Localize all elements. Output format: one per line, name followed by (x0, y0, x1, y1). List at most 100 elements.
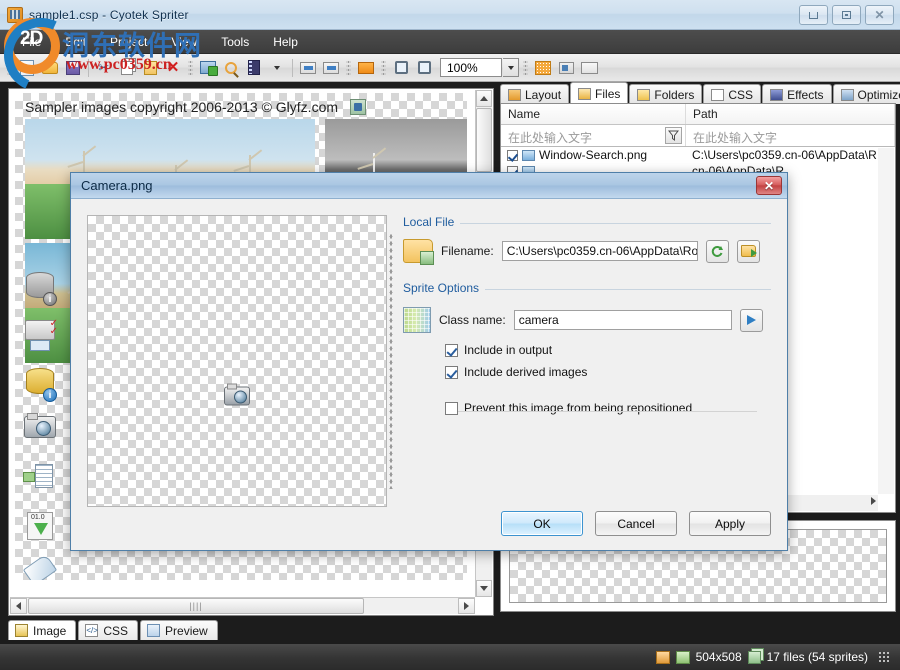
tab-files-label: Files (595, 86, 621, 101)
canvas-horizontal-scrollbar[interactable]: |||| (10, 597, 475, 614)
tab-folders[interactable]: Folders (629, 84, 703, 104)
tab-effects[interactable]: Effects (762, 84, 832, 104)
filter-name-cell[interactable]: 在此处输入文字 (501, 125, 686, 146)
files-vertical-scrollbar[interactable] (878, 148, 894, 494)
camera-icon[interactable] (23, 413, 57, 450)
close-button[interactable]: ✕ (865, 5, 894, 25)
checkbox-box[interactable] (445, 401, 458, 415)
resize-grip[interactable] (878, 651, 890, 663)
toolbar-grip-4[interactable] (381, 58, 386, 77)
zoom-dropdown-icon[interactable] (503, 58, 519, 77)
copy-icon[interactable] (116, 57, 138, 79)
cancel-button[interactable]: Cancel (595, 511, 677, 536)
filter-path-input[interactable]: 在此处输入文字 (693, 129, 777, 146)
save-icon[interactable] (62, 57, 84, 79)
vertical-scroll-thumb[interactable] (476, 108, 492, 172)
column-header-path[interactable]: Path (686, 104, 895, 124)
scroll-up-icon[interactable] (476, 90, 492, 107)
tab-preview[interactable]: Preview (140, 620, 218, 640)
preview-icon (147, 624, 161, 637)
zoom-in-icon[interactable] (390, 57, 412, 79)
toolbar-grip-5[interactable] (523, 58, 528, 77)
menu-edit[interactable]: Edit (53, 33, 98, 51)
filter-icon[interactable] (665, 127, 682, 144)
open-icon[interactable] (39, 57, 61, 79)
menu-file[interactable]: File (10, 33, 53, 51)
file-thumb-icon (522, 149, 535, 161)
filter-path-cell[interactable]: 在此处输入文字 (686, 125, 895, 146)
cut-icon[interactable]: ✂ (93, 57, 115, 79)
maximize-button[interactable] (832, 5, 861, 25)
image-status-icon (655, 650, 670, 664)
tab-image[interactable]: Image (8, 620, 77, 640)
zoom-out-icon[interactable] (413, 57, 435, 79)
filter-name-input[interactable]: 在此处输入文字 (508, 129, 592, 146)
toolbar-grip-3[interactable] (346, 58, 351, 77)
filename-label: Filename: (441, 244, 494, 258)
grid-icon[interactable] (532, 57, 554, 79)
find-icon[interactable] (220, 57, 242, 79)
optimize-icon (840, 88, 854, 101)
list-add-icon[interactable] (23, 464, 57, 498)
animation-dropdown-icon[interactable] (266, 57, 288, 79)
new-icon[interactable] (16, 57, 38, 79)
menu-view[interactable]: View (159, 33, 209, 51)
dialog-title-bar: Camera.png ✕ (71, 173, 787, 199)
mail-icon[interactable] (355, 57, 377, 79)
tab-css-panel[interactable]: CSS (703, 84, 762, 104)
browse-folder-icon[interactable] (736, 239, 760, 263)
scroll-left-icon[interactable] (10, 598, 27, 614)
dialog-close-button[interactable]: ✕ (756, 176, 782, 195)
download-box-icon[interactable]: 01.0 (23, 512, 57, 546)
ok-button[interactable]: OK (501, 511, 583, 536)
toolbar-grip[interactable] (7, 58, 12, 77)
zoom-level-input[interactable]: 100% (440, 58, 502, 77)
files-scroll-right-icon[interactable] (871, 497, 876, 505)
scroll-down-icon[interactable] (476, 580, 492, 597)
table-row[interactable]: Window-Search.png C:\Users\pc0359.cn-06\A… (501, 147, 895, 163)
paste-icon[interactable] (139, 57, 161, 79)
column-header-name[interactable]: Name (501, 104, 686, 124)
copyright-label: Sampler images copyright 2006-2013 © Gly… (25, 99, 339, 115)
dialog-image-preview[interactable] (87, 215, 387, 507)
tab-css[interactable]: </> CSS (78, 620, 139, 640)
delete-icon[interactable]: ✕ (162, 57, 184, 79)
menu-project[interactable]: Project (98, 33, 159, 51)
database-info-grey-icon[interactable]: i (23, 272, 57, 306)
refresh-icon[interactable] (705, 239, 729, 263)
database-info-gold-icon[interactable]: i (23, 368, 57, 402)
apply-arrow-icon[interactable] (739, 308, 763, 332)
layout-small-icon[interactable] (555, 57, 577, 79)
tab-optimize-label: Optimize (857, 87, 900, 102)
tab-optimize[interactable]: Optimize (832, 84, 900, 104)
horizontal-scroll-thumb[interactable]: |||| (28, 598, 364, 614)
eyedropper-icon[interactable] (22, 553, 58, 580)
include-in-output-checkbox[interactable]: Include in output (445, 343, 771, 357)
panel-icon[interactable] (578, 57, 600, 79)
apply-button[interactable]: Apply (689, 511, 771, 536)
filename-input[interactable]: C:\Users\pc0359.cn-06\AppData\Roaming (501, 241, 698, 261)
tab-files[interactable]: Files (570, 82, 629, 104)
export-icon[interactable] (297, 57, 319, 79)
toolbar-grip-2[interactable] (188, 58, 193, 77)
menu-help[interactable]: Help (261, 33, 310, 51)
row-checkbox[interactable] (507, 149, 518, 161)
add-image-icon[interactable] (197, 57, 219, 79)
export-css-icon[interactable] (320, 57, 342, 79)
sprite-options-group-head: Sprite Options (403, 281, 771, 297)
include-derived-images-checkbox[interactable]: Include derived images (445, 365, 771, 379)
row-name-cell[interactable]: Window-Search.png (501, 148, 686, 162)
layout-icon (508, 88, 521, 101)
dialog-splitter[interactable] (389, 233, 393, 489)
tab-layout[interactable]: Layout (500, 84, 570, 104)
animation-icon[interactable] (243, 57, 265, 79)
minimize-button[interactable] (799, 5, 828, 25)
checkbox-box[interactable] (445, 365, 458, 379)
scroll-right-icon[interactable] (458, 598, 475, 614)
prevent-reposition-checkbox[interactable]: Prevent this image from being reposition… (445, 401, 771, 415)
menu-tools[interactable]: Tools (209, 33, 261, 51)
row-path-cell[interactable]: C:\Users\pc0359.cn-06\AppData\R (686, 148, 895, 162)
printer-checklist-icon[interactable]: ✓ ✓ (23, 319, 58, 354)
class-name-input[interactable]: camera (513, 310, 732, 330)
checkbox-box[interactable] (445, 343, 458, 357)
